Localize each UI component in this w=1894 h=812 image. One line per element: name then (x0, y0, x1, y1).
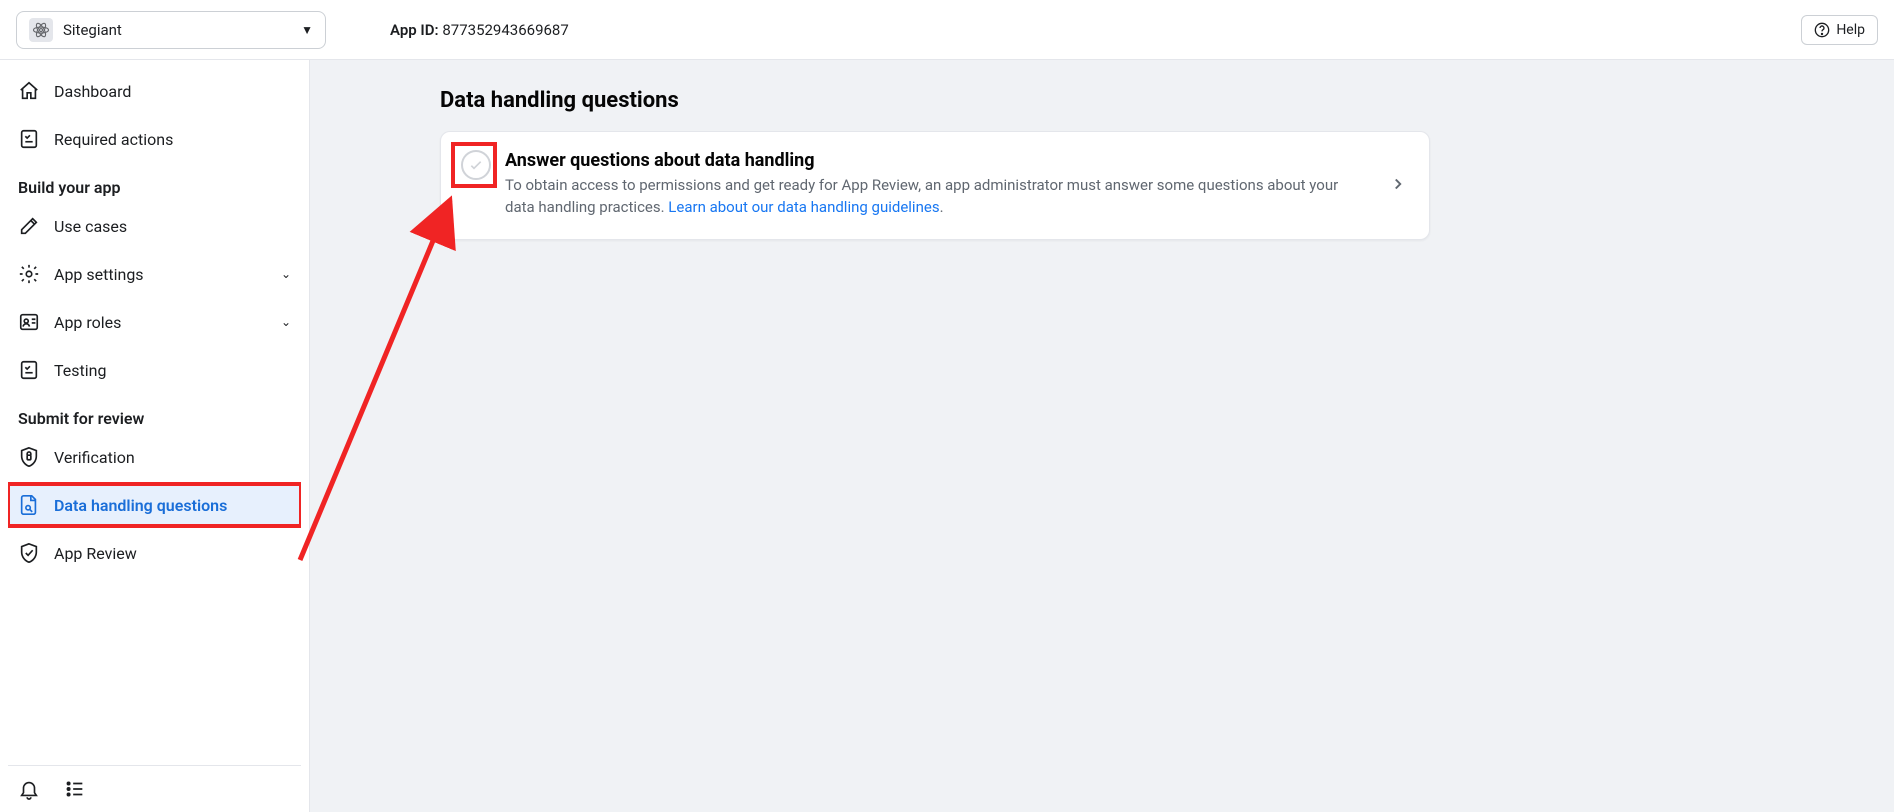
help-button[interactable]: Help (1801, 15, 1878, 45)
doc-search-icon (18, 494, 40, 516)
help-icon (1814, 22, 1830, 38)
app-selector-dropdown[interactable]: Sitegiant ▼ (16, 11, 326, 49)
shield-lock-icon (18, 446, 40, 468)
sidebar-item-label: Use cases (54, 217, 127, 236)
sidebar-item-label: App Review (54, 544, 137, 563)
sidebar-item-label: Verification (54, 448, 135, 467)
caret-down-icon: ▼ (301, 23, 313, 37)
roles-icon (18, 311, 40, 333)
sidebar-item-app-settings[interactable]: App settings ⌄ (8, 253, 301, 295)
sidebar-item-app-review[interactable]: App Review (8, 532, 301, 574)
chevron-down-icon: ⌄ (281, 267, 291, 281)
sidebar-item-required-actions[interactable]: Required actions (8, 118, 301, 160)
sidebar-section-build: Build your app (8, 166, 301, 205)
gear-icon (18, 263, 40, 285)
pencil-icon (18, 215, 40, 237)
checklist-icon (18, 128, 40, 150)
sidebar-item-label: Required actions (54, 130, 173, 149)
sidebar-item-label: Dashboard (54, 82, 131, 101)
top-bar: Sitegiant ▼ App ID: 877352943669687 Help (0, 0, 1894, 60)
sidebar-item-dashboard[interactable]: Dashboard (8, 70, 301, 112)
sidebar-section-submit: Submit for review (8, 397, 301, 436)
activity-log-icon[interactable] (64, 778, 86, 800)
sidebar-item-testing[interactable]: Testing (8, 349, 301, 391)
bell-icon[interactable] (18, 778, 40, 800)
app-id-value: 877352943669687 (442, 21, 568, 39)
app-logo-icon (29, 18, 53, 42)
chevron-right-icon (1389, 175, 1409, 193)
sidebar-item-app-roles[interactable]: App roles ⌄ (8, 301, 301, 343)
card-title: Answer questions about data handling (505, 150, 1363, 171)
guidelines-link[interactable]: Learn about our data handling guidelines (668, 198, 939, 216)
sidebar-footer (8, 765, 301, 812)
app-id-label: App ID: (390, 21, 439, 39)
sidebar-item-data-handling-questions[interactable]: Data handling questions (8, 484, 301, 526)
shield-check-icon (18, 542, 40, 564)
data-handling-card[interactable]: Answer questions about data handling To … (440, 131, 1430, 240)
sidebar: Dashboard Required actions Build your ap… (0, 60, 310, 812)
sidebar-item-use-cases[interactable]: Use cases (8, 205, 301, 247)
card-description-suffix: . (940, 198, 944, 216)
home-icon (18, 80, 40, 102)
sidebar-item-label: App settings (54, 265, 144, 284)
sidebar-item-verification[interactable]: Verification (8, 436, 301, 478)
card-description: To obtain access to permissions and get … (505, 175, 1363, 219)
chevron-down-icon: ⌄ (281, 315, 291, 329)
sidebar-item-label: App roles (54, 313, 121, 332)
checklist-icon (18, 359, 40, 381)
app-selector-name: Sitegiant (63, 21, 122, 39)
page-title: Data handling questions (440, 88, 1430, 113)
sidebar-item-label: Testing (54, 361, 106, 380)
main-content: Data handling questions Answer questions… (310, 60, 1894, 812)
sidebar-item-label: Data handling questions (54, 496, 227, 515)
help-label: Help (1836, 22, 1865, 38)
status-incomplete-icon (461, 150, 491, 180)
app-id-display: App ID: 877352943669687 (390, 21, 569, 39)
